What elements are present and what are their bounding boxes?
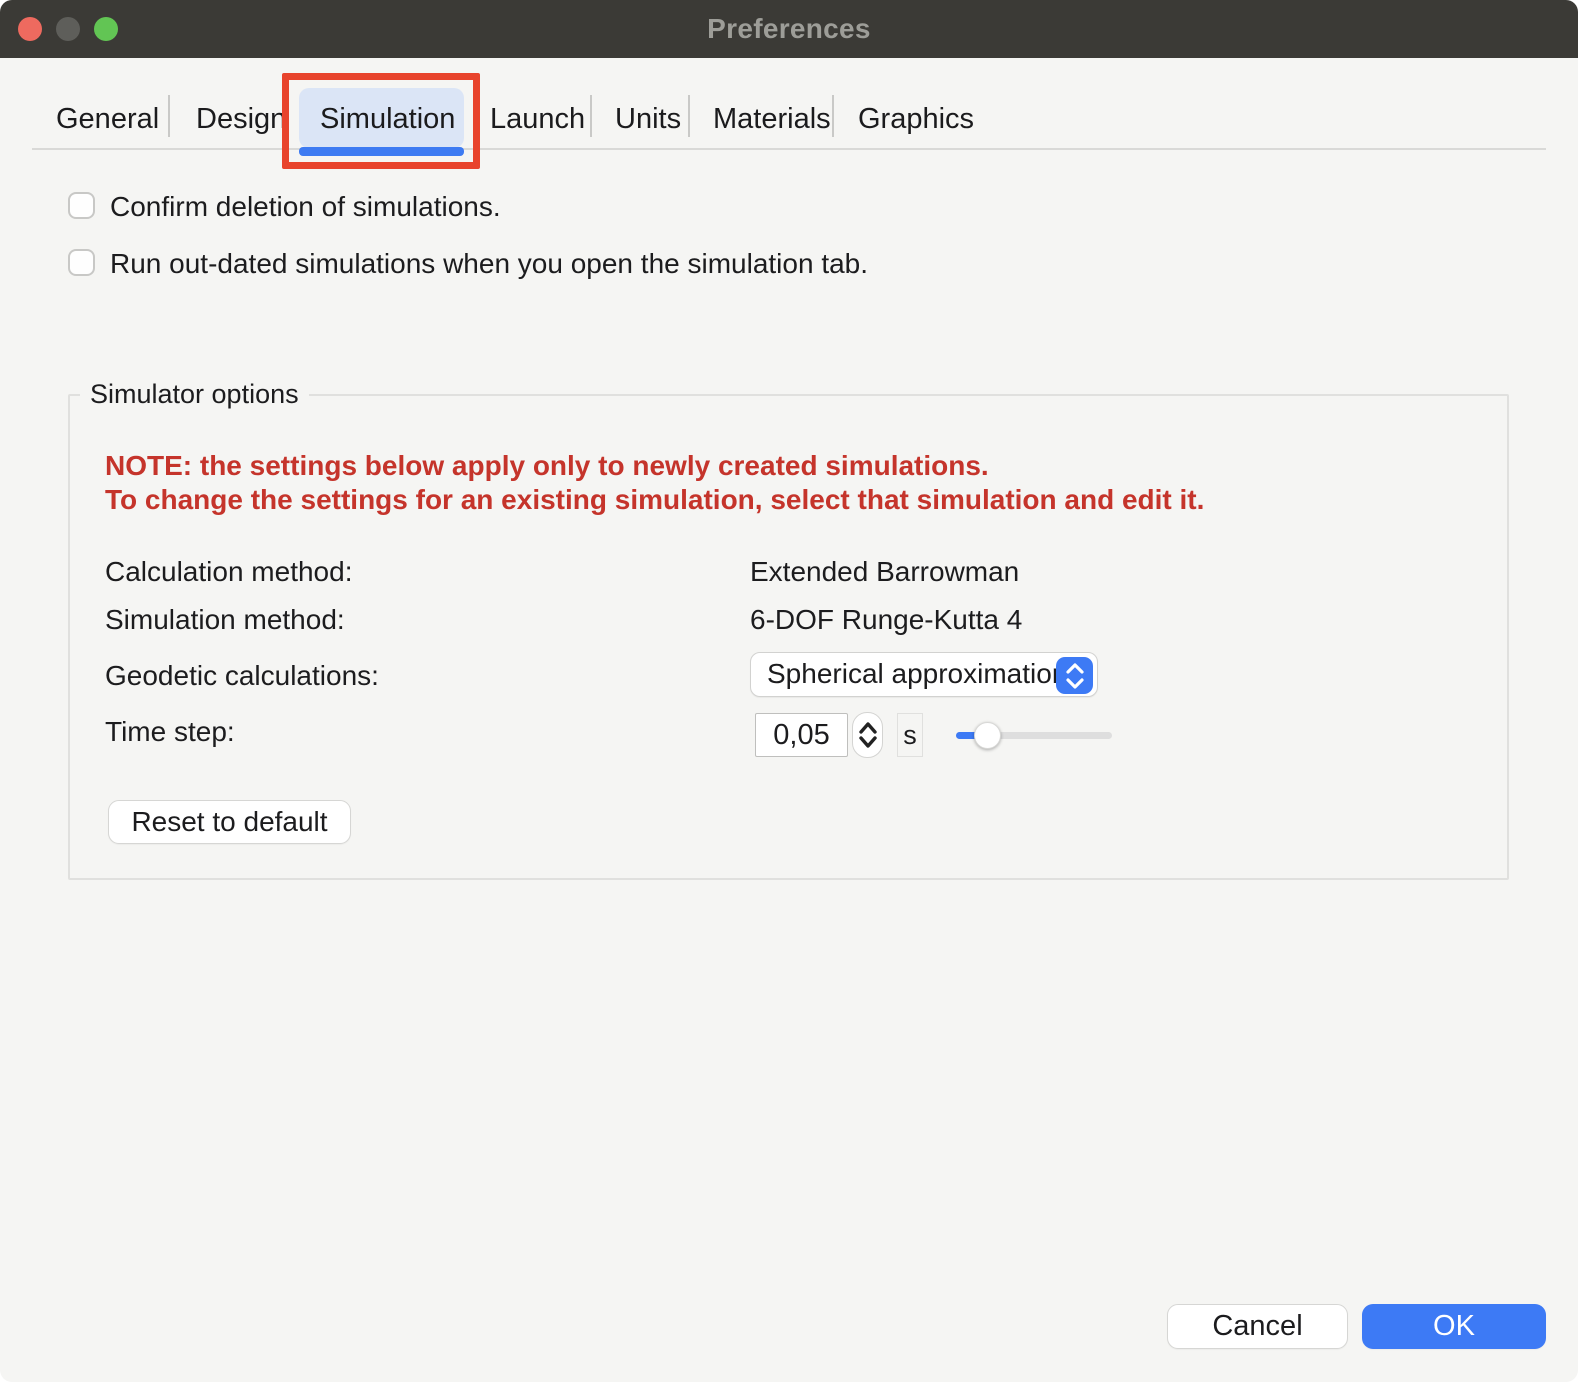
simulation-method-label: Simulation method: <box>105 604 345 636</box>
simulator-options-title: Simulator options <box>80 379 309 410</box>
geodetic-calculations-label: Geodetic calculations: <box>105 660 379 692</box>
time-step-stepper[interactable] <box>852 712 883 758</box>
run-outdated-checkbox[interactable] <box>68 249 95 276</box>
calculation-method-value: Extended Barrowman <box>750 556 1019 588</box>
tab-separator <box>832 95 834 137</box>
slider-thumb[interactable] <box>974 722 1001 749</box>
title-bar: Preferences <box>0 0 1578 58</box>
tab-graphics[interactable]: Graphics <box>858 103 974 135</box>
close-button[interactable] <box>18 17 42 41</box>
note-line-1: NOTE: the settings below apply only to n… <box>105 450 989 482</box>
tab-launch[interactable]: Launch <box>490 103 585 135</box>
tab-simulation[interactable]: Simulation <box>320 103 455 135</box>
cancel-button[interactable]: Cancel <box>1167 1304 1348 1349</box>
stepper-up-icon <box>858 721 878 734</box>
tab-separator <box>590 95 592 137</box>
calculation-method-label: Calculation method: <box>105 556 352 588</box>
reset-to-default-button[interactable]: Reset to default <box>108 800 351 844</box>
tab-separator <box>688 95 690 137</box>
tab-separator <box>168 95 170 137</box>
tab-units[interactable]: Units <box>615 103 681 135</box>
tabbar-divider <box>32 148 1546 150</box>
confirm-deletion-checkbox[interactable] <box>68 192 95 219</box>
geodetic-calculations-dropdown[interactable]: Spherical approximation <box>750 652 1098 697</box>
tab-general[interactable]: General <box>56 103 159 135</box>
time-step-unit: s <box>897 713 923 757</box>
preferences-window: Preferences General Design Simulation La… <box>0 0 1578 1382</box>
note-line-2: To change the settings for an existing s… <box>105 484 1204 516</box>
minimize-button[interactable] <box>56 17 80 41</box>
time-step-input[interactable] <box>755 713 848 757</box>
tab-design[interactable]: Design <box>196 103 286 135</box>
run-outdated-label: Run out-dated simulations when you open … <box>110 248 868 280</box>
geodetic-calculations-selected-value: Spherical approximation <box>767 653 1067 695</box>
tab-materials[interactable]: Materials <box>713 103 831 135</box>
selected-tab-underline <box>299 147 464 156</box>
simulation-method-value: 6-DOF Runge-Kutta 4 <box>750 604 1022 636</box>
updown-chevron-icon <box>1056 657 1093 694</box>
zoom-button[interactable] <box>94 17 118 41</box>
ok-button[interactable]: OK <box>1362 1304 1546 1349</box>
traffic-lights <box>18 17 118 41</box>
time-step-label: Time step: <box>105 716 235 748</box>
confirm-deletion-label: Confirm deletion of simulations. <box>110 191 501 223</box>
stepper-down-icon <box>858 736 878 749</box>
window-title: Preferences <box>707 13 871 45</box>
